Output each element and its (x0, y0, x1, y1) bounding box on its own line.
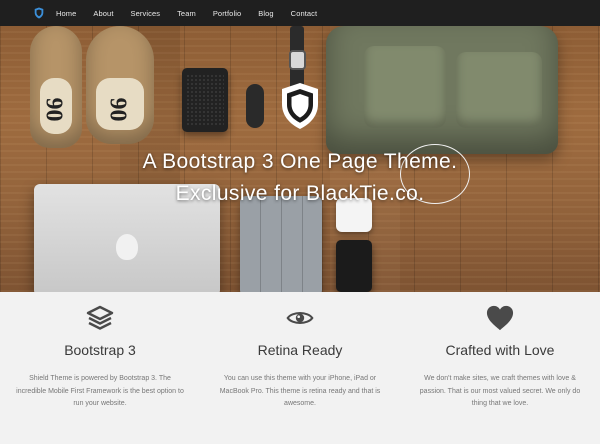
nav-link-team[interactable]: Team (177, 9, 196, 18)
tablet-image (240, 196, 322, 292)
wallet-image (182, 68, 228, 132)
apple-logo (116, 234, 138, 260)
heart-icon-wrap (486, 304, 514, 332)
heart-icon (486, 305, 514, 331)
hero-title-line-2: Exclusive for BlackTie.co. (175, 182, 425, 205)
nav-link-services[interactable]: Services (131, 9, 161, 18)
feature-title: Retina Ready (257, 342, 343, 358)
feature-description: You can use this theme with your iPhone,… (219, 375, 381, 407)
navbar: Home About Services Team Portfolio Blog … (0, 0, 600, 26)
shoe-number: 06 (106, 97, 133, 122)
feature-title: Crafted with Love (445, 342, 555, 358)
features-section: Bootstrap 3 Shield Theme is powered by B… (0, 292, 600, 444)
nav-menu: Home About Services Team Portfolio Blog … (56, 9, 334, 18)
eye-icon (286, 312, 314, 324)
tablet-fold (281, 196, 282, 292)
nav-link-contact[interactable]: Contact (291, 9, 318, 18)
hero-section: 06 06 A Bootstrap 3 One Page Theme. Excl… (0, 26, 600, 292)
hero-title-line-1: A Bootstrap 3 One Page Theme. (142, 150, 458, 173)
feature-column: Retina Ready You can use this theme with… (200, 292, 400, 444)
nav-link-blog[interactable]: Blog (258, 9, 273, 18)
shield-icon (282, 83, 318, 129)
feature-column: Crafted with Love We don't make sites, w… (400, 292, 600, 444)
car-key-image (246, 84, 264, 128)
wallet-texture (186, 74, 224, 126)
shoe-number: 06 (42, 97, 69, 122)
eye-icon-wrap (286, 304, 314, 332)
tablet-fold (302, 196, 303, 292)
feature-title: Bootstrap 3 (64, 342, 136, 358)
layers-icon-wrap (86, 304, 114, 332)
bag-pocket (364, 46, 446, 128)
phone-image (336, 240, 372, 292)
brand-logo[interactable] (32, 6, 46, 20)
shield-icon (34, 7, 44, 19)
bag-pocket (456, 52, 542, 128)
feature-description: We don't make sites, we craft themes wit… (419, 375, 581, 407)
backpack-image (326, 26, 558, 154)
nav-link-portfolio[interactable]: Portfolio (213, 9, 241, 18)
tablet-fold (260, 196, 261, 292)
feature-description: Shield Theme is powered by Bootstrap 3. … (16, 375, 184, 407)
watch-face (289, 50, 306, 70)
feature-column: Bootstrap 3 Shield Theme is powered by B… (0, 292, 200, 444)
nav-link-about[interactable]: About (93, 9, 113, 18)
layers-icon (86, 305, 114, 330)
shoe-image: 06 (86, 26, 154, 144)
shoe-image: 06 (30, 26, 82, 148)
nav-link-home[interactable]: Home (56, 9, 76, 18)
